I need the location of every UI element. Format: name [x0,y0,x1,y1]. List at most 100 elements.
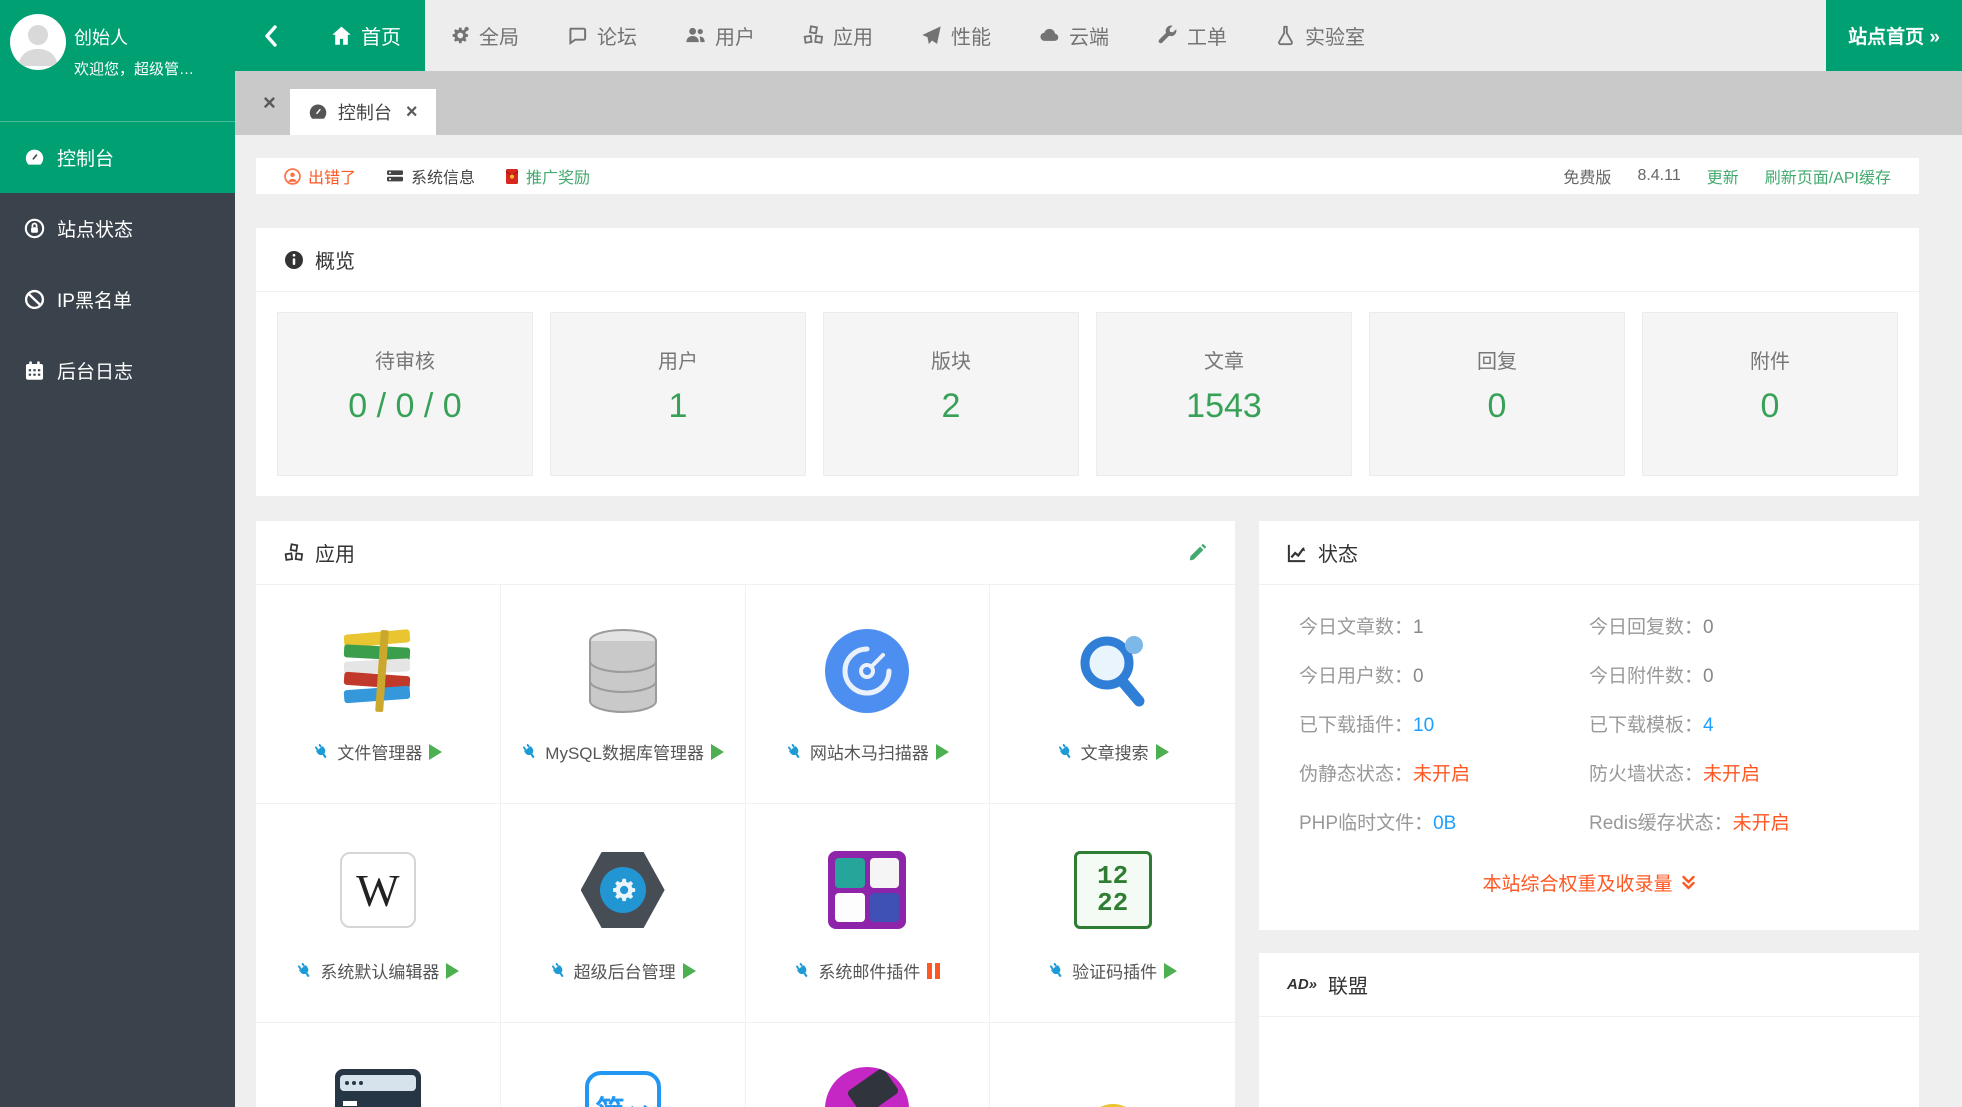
nav-item-home[interactable]: 首页 [307,0,425,71]
plug-icon [786,743,803,760]
nav-item-tickets[interactable]: 工单 [1133,0,1251,71]
overview-panel: 概览 待审核 0 / 0 / 0 用户 1 版块 2 文章 1543 [256,228,1919,496]
nav-item-label: 云端 [1069,21,1109,50]
close-tab-icon[interactable]: × [406,102,418,122]
person-circle-icon [284,168,301,185]
nav-item-performance[interactable]: 性能 [897,0,1015,71]
app-label: 网站木马扫描器 [786,739,949,764]
app-name: 系统邮件插件 [818,958,920,983]
close-all-tabs-icon[interactable]: × [249,92,290,114]
nav-item-global[interactable]: 全局 [425,0,543,71]
app-cell-super-admin[interactable]: 超级后台管理 [501,804,746,1023]
app-name: 超级后台管理 [574,958,676,983]
app-cell-default-editor[interactable]: W 系统默认编辑器 [256,804,501,1023]
seo-weight-link[interactable]: 本站综合权重及收录量 [1259,869,1919,896]
editor-w-logo: W [334,846,422,934]
status-panel: 状态 今日文章数：1 今日回复数：0 今日用户数：0 今日附件数：0 已下载插件… [1259,521,1919,930]
editor-letter: W [356,864,399,917]
users-icon [685,25,706,46]
stat-label: 今日用户数： [1299,666,1413,687]
site-home-label: 站点首页 » [1848,22,1940,49]
tab-console[interactable]: 控制台 × [290,89,436,135]
gears-icon [449,25,470,46]
search-logo [1069,627,1157,715]
plug-icon [313,743,330,760]
php-temp-files-link[interactable]: 0B [1433,813,1456,834]
stat-label: 已下载模板： [1589,715,1703,736]
sidebar-item-admin-logs[interactable]: 后台日志 [0,335,235,406]
app-label: 超级后台管理 [550,958,696,983]
stat-row: 今日回复数：0 [1589,615,1879,641]
stat-label: 今日文章数： [1299,617,1413,638]
app-label: MySQL数据库管理器 [521,739,724,764]
stat-card-replies: 回复 0 [1369,312,1625,476]
stat-row: Redis缓存状态：未开启 [1589,811,1879,837]
refresh-cache-link[interactable]: 刷新页面/API缓存 [1765,164,1891,188]
app-cell-article-search[interactable]: 文章搜索 [990,585,1235,804]
person-icon [10,14,66,70]
nav-item-cloud[interactable]: 云端 [1015,0,1133,71]
calendar-icon [24,360,45,381]
app-cell-mysql-manager[interactable]: MySQL数据库管理器 [501,585,746,804]
nav-item-users[interactable]: 用户 [661,0,779,71]
gear-icon [608,875,638,905]
cubes-icon [803,25,824,46]
downloaded-templates-link[interactable]: 4 [1703,715,1714,736]
nav-item-label: 性能 [951,21,991,50]
sidebar-item-site-status[interactable]: 站点状态 [0,193,235,264]
sidebar: 创始人 欢迎您，超级管… 控制台 站点状态 IP黑名单 [0,0,235,1107]
nav-item-forum[interactable]: 论坛 [543,0,661,71]
app-cell-partial-3[interactable] [746,1023,991,1107]
line-chart-icon [1287,543,1307,563]
stat-value: 未开启 [1703,764,1760,785]
app-cell-trojan-scanner[interactable]: 网站木马扫描器 [746,585,991,804]
app-cell-file-manager[interactable]: 文件管理器 [256,585,501,804]
update-link[interactable]: 更新 [1707,164,1739,188]
avatar[interactable] [10,14,66,70]
tab-bar: × 控制台 × [235,71,1962,135]
stat-card-attachments: 附件 0 [1642,312,1898,476]
toolbar-left: 出错了 系统信息 推广奖励 [284,164,590,188]
toolbar-right: 免费版 8.4.11 更新 刷新页面/API缓存 [1563,164,1891,188]
app-name: 文件管理器 [337,739,422,764]
app-cell-partial-4[interactable] [990,1023,1235,1107]
jian-glyph: 简↩ [595,1087,650,1107]
captcha-digits-logo: 12 22 [1069,846,1157,934]
app-cell-mail-plugin[interactable]: 系统邮件插件 [746,804,991,1023]
captcha-digits: 22 [1097,890,1128,917]
sidebar-item-console[interactable]: 控制台 [0,122,235,193]
edit-pencil-icon[interactable] [1188,543,1207,562]
sidebar-item-label: 后台日志 [57,357,133,384]
site-home-button[interactable]: 站点首页 » [1826,0,1962,71]
downloaded-plugins-link[interactable]: 10 [1413,715,1434,736]
system-info-link[interactable]: 系统信息 [386,164,475,188]
app-name: 验证码插件 [1072,958,1157,983]
stat-value: 1 [1413,617,1424,638]
stat-card-label: 版块 [931,345,971,374]
plug-icon [794,962,811,979]
error-link[interactable]: 出错了 [284,164,356,188]
sidebar-item-ip-blacklist[interactable]: IP黑名单 [0,264,235,335]
app-cell-partial-2[interactable]: 简↩ [501,1023,746,1107]
stat-label: PHP临时文件： [1299,813,1433,834]
app-label: 验证码插件 [1048,958,1177,983]
app-cell-captcha-plugin[interactable]: 12 22 验证 [990,804,1235,1023]
play-icon [446,963,459,979]
stat-value: 未开启 [1733,813,1790,834]
ban-icon [24,289,45,310]
plug-icon [1048,962,1065,979]
app-cell-partial-1[interactable] [256,1023,501,1107]
sidebar-collapse-button[interactable] [235,0,307,71]
nav-item-lab[interactable]: 实验室 [1251,0,1389,71]
status-header: 状态 [1259,521,1919,585]
nav-item-apps[interactable]: 应用 [779,0,897,71]
nav-item-label: 首页 [361,21,401,50]
stat-row: 今日附件数：0 [1589,664,1879,690]
stat-value: 0 [1703,666,1714,687]
app-label: 文章搜索 [1057,739,1169,764]
promo-reward-link[interactable]: 推广奖励 [505,164,590,188]
apps-header: 应用 [256,521,1235,585]
stat-row: 伪静态状态：未开启 [1299,762,1589,788]
apps-panel: 应用 [256,521,1235,1107]
right-column: 状态 今日文章数：1 今日回复数：0 今日用户数：0 今日附件数：0 已下载插件… [1259,521,1919,1107]
